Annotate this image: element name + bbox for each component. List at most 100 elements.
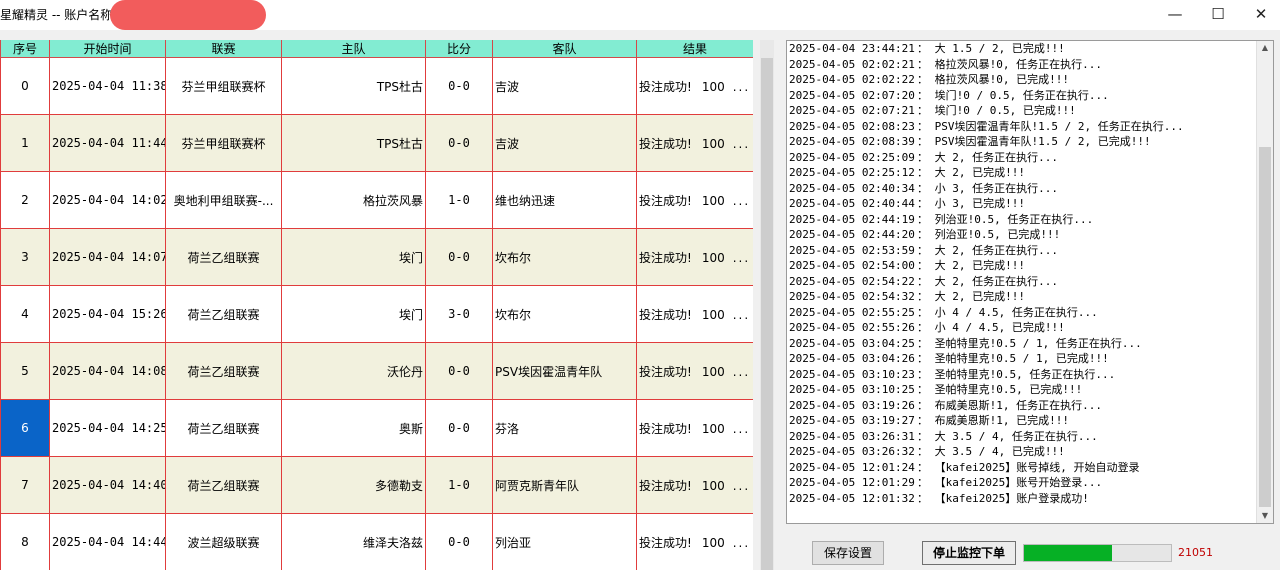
- row-start-time[interactable]: 2025-04-04 11:38:59: [49, 57, 166, 115]
- row-index[interactable]: 2: [0, 171, 50, 229]
- row-league[interactable]: 波兰超级联赛: [165, 513, 282, 570]
- row-home-team[interactable]: 埃门: [281, 285, 426, 343]
- row-league[interactable]: 荷兰乙组联赛: [165, 399, 282, 457]
- col-header-home[interactable]: 主队: [281, 40, 426, 58]
- row-away-team[interactable]: 坎布尔: [492, 228, 637, 286]
- table-row[interactable]: 52025-04-04 14:08:19荷兰乙组联赛沃伦丹0-0PSV埃因霍温青…: [0, 342, 753, 400]
- row-result[interactable]: 投注成功! 100...: [636, 171, 753, 229]
- col-header-start-time[interactable]: 开始时间: [49, 40, 166, 58]
- scroll-up-icon[interactable]: ▲: [1257, 41, 1273, 55]
- minimize-button[interactable]: —: [1160, 4, 1190, 24]
- log-message: ： 小 3, 已完成!!!: [917, 197, 1025, 210]
- row-result[interactable]: 投注成功! 100...: [636, 513, 753, 570]
- scroll-down-icon[interactable]: ▼: [1257, 509, 1273, 523]
- row-index[interactable]: 1: [0, 114, 50, 172]
- row-home-team[interactable]: 奥斯: [281, 399, 426, 457]
- row-start-time[interactable]: 2025-04-04 14:44:14: [49, 513, 166, 570]
- table-row[interactable]: 42025-04-04 15:26:26荷兰乙组联赛埃门3-0坎布尔投注成功! 1…: [0, 285, 753, 343]
- row-league[interactable]: 荷兰乙组联赛: [165, 285, 282, 343]
- row-index[interactable]: 7: [0, 456, 50, 514]
- table-row[interactable]: 82025-04-04 14:44:14波兰超级联赛维泽夫洛兹0-0列治亚投注成…: [0, 513, 753, 570]
- row-league[interactable]: 芬兰甲组联赛杯: [165, 57, 282, 115]
- row-score[interactable]: 0-0: [425, 513, 493, 570]
- row-league[interactable]: 荷兰乙组联赛: [165, 456, 282, 514]
- row-result[interactable]: 投注成功! 100...: [636, 342, 753, 400]
- row-result[interactable]: 投注成功! 100...: [636, 456, 753, 514]
- row-result[interactable]: 投注成功! 100...: [636, 399, 753, 457]
- row-away-team[interactable]: 坎布尔: [492, 285, 637, 343]
- row-index[interactable]: 6: [0, 399, 50, 457]
- row-home-team[interactable]: 多德勒支: [281, 456, 426, 514]
- table-row[interactable]: 22025-04-04 14:02:17奥地利甲组联赛-...格拉茨风暴1-0维…: [0, 171, 753, 229]
- row-home-team[interactable]: 格拉茨风暴: [281, 171, 426, 229]
- row-index[interactable]: 8: [0, 513, 50, 570]
- row-index[interactable]: 3: [0, 228, 50, 286]
- row-league[interactable]: 芬兰甲组联赛杯: [165, 114, 282, 172]
- table-row[interactable]: 32025-04-04 14:07:16荷兰乙组联赛埃门0-0坎布尔投注成功! 1…: [0, 228, 753, 286]
- row-start-time[interactable]: 2025-04-04 14:07:16: [49, 228, 166, 286]
- row-score[interactable]: 1-0: [425, 456, 493, 514]
- progress-fill: [1024, 545, 1113, 561]
- row-result[interactable]: 投注成功! 100...: [636, 114, 753, 172]
- row-score[interactable]: 1-0: [425, 171, 493, 229]
- row-index[interactable]: 0: [0, 57, 50, 115]
- col-header-index[interactable]: 序号: [0, 40, 50, 58]
- row-result-amount: 100: [701, 535, 725, 550]
- row-home-team[interactable]: 埃门: [281, 228, 426, 286]
- row-index[interactable]: 5: [0, 342, 50, 400]
- row-home-team[interactable]: 沃伦丹: [281, 342, 426, 400]
- row-start-time[interactable]: 2025-04-04 15:26:26: [49, 285, 166, 343]
- col-header-score[interactable]: 比分: [425, 40, 493, 58]
- table-scroll-thumb[interactable]: [761, 58, 773, 570]
- row-league[interactable]: 奥地利甲组联赛-...: [165, 171, 282, 229]
- row-away-team[interactable]: 芬洛: [492, 399, 637, 457]
- table-row[interactable]: 12025-04-04 11:44:02芬兰甲组联赛杯TPS杜古0-0吉波投注成…: [0, 114, 753, 172]
- row-away-team[interactable]: 列治亚: [492, 513, 637, 570]
- log-timestamp: 2025-04-05 12:01:32: [789, 491, 915, 505]
- row-score[interactable]: 0-0: [425, 399, 493, 457]
- log-panel[interactable]: 2025-04-04 23:44:21： 大 1.5 / 2, 已完成!!! 20…: [786, 40, 1274, 524]
- row-score[interactable]: 0-0: [425, 342, 493, 400]
- maximize-button[interactable]: ☐: [1203, 4, 1233, 24]
- row-away-team[interactable]: PSV埃因霍温青年队: [492, 342, 637, 400]
- log-scroll-thumb[interactable]: [1259, 147, 1271, 507]
- save-settings-button[interactable]: 保存设置: [812, 541, 884, 565]
- row-home-team[interactable]: TPS杜古: [281, 57, 426, 115]
- row-start-time[interactable]: 2025-04-04 14:02:17: [49, 171, 166, 229]
- log-timestamp: 2025-04-05 02:44:19: [789, 212, 915, 226]
- row-start-time[interactable]: 2025-04-04 11:44:02: [49, 114, 166, 172]
- row-start-time[interactable]: 2025-04-04 14:08:19: [49, 342, 166, 400]
- row-away-team[interactable]: 吉波: [492, 57, 637, 115]
- log-scrollbar[interactable]: ▲ ▼: [1256, 41, 1273, 523]
- table-row[interactable]: 72025-04-04 14:40:39荷兰乙组联赛多德勒支1-0阿贾克斯青年队…: [0, 456, 753, 514]
- col-header-result[interactable]: 结果: [636, 40, 753, 58]
- row-score[interactable]: 0-0: [425, 57, 493, 115]
- row-result[interactable]: 投注成功! 100...: [636, 285, 753, 343]
- row-start-time[interactable]: 2025-04-04 14:25:06: [49, 399, 166, 457]
- row-result[interactable]: 投注成功! 100...: [636, 57, 753, 115]
- row-score[interactable]: 3-0: [425, 285, 493, 343]
- stop-monitor-button[interactable]: 停止监控下单: [922, 541, 1016, 565]
- row-away-team[interactable]: 维也纳迅速: [492, 171, 637, 229]
- table-scrollbar[interactable]: [760, 40, 774, 570]
- row-away-team[interactable]: 阿贾克斯青年队: [492, 456, 637, 514]
- log-line: 2025-04-05 02:54:00： 大 2, 已完成!!!: [787, 258, 1273, 274]
- close-button[interactable]: ✕: [1246, 4, 1276, 24]
- row-league[interactable]: 荷兰乙组联赛: [165, 342, 282, 400]
- row-home-team[interactable]: 维泽夫洛兹: [281, 513, 426, 570]
- log-line: 2025-04-05 03:04:26： 圣帕特里克!0.5 / 1, 已完成!…: [787, 351, 1273, 367]
- row-score[interactable]: 0-0: [425, 114, 493, 172]
- table-row[interactable]: 02025-04-04 11:38:59芬兰甲组联赛杯TPS杜古0-0吉波投注成…: [0, 57, 753, 115]
- row-home-team[interactable]: TPS杜古: [281, 114, 426, 172]
- row-result-text: 投注成功!: [639, 136, 692, 151]
- col-header-league[interactable]: 联赛: [165, 40, 282, 58]
- log-message: ： 大 2, 已完成!!!: [917, 166, 1025, 179]
- row-score[interactable]: 0-0: [425, 228, 493, 286]
- col-header-away[interactable]: 客队: [492, 40, 637, 58]
- table-row[interactable]: 62025-04-04 14:25:06荷兰乙组联赛奥斯0-0芬洛投注成功! 10…: [0, 399, 753, 457]
- row-result[interactable]: 投注成功! 100...: [636, 228, 753, 286]
- row-league[interactable]: 荷兰乙组联赛: [165, 228, 282, 286]
- row-start-time[interactable]: 2025-04-04 14:40:39: [49, 456, 166, 514]
- row-away-team[interactable]: 吉波: [492, 114, 637, 172]
- row-index[interactable]: 4: [0, 285, 50, 343]
